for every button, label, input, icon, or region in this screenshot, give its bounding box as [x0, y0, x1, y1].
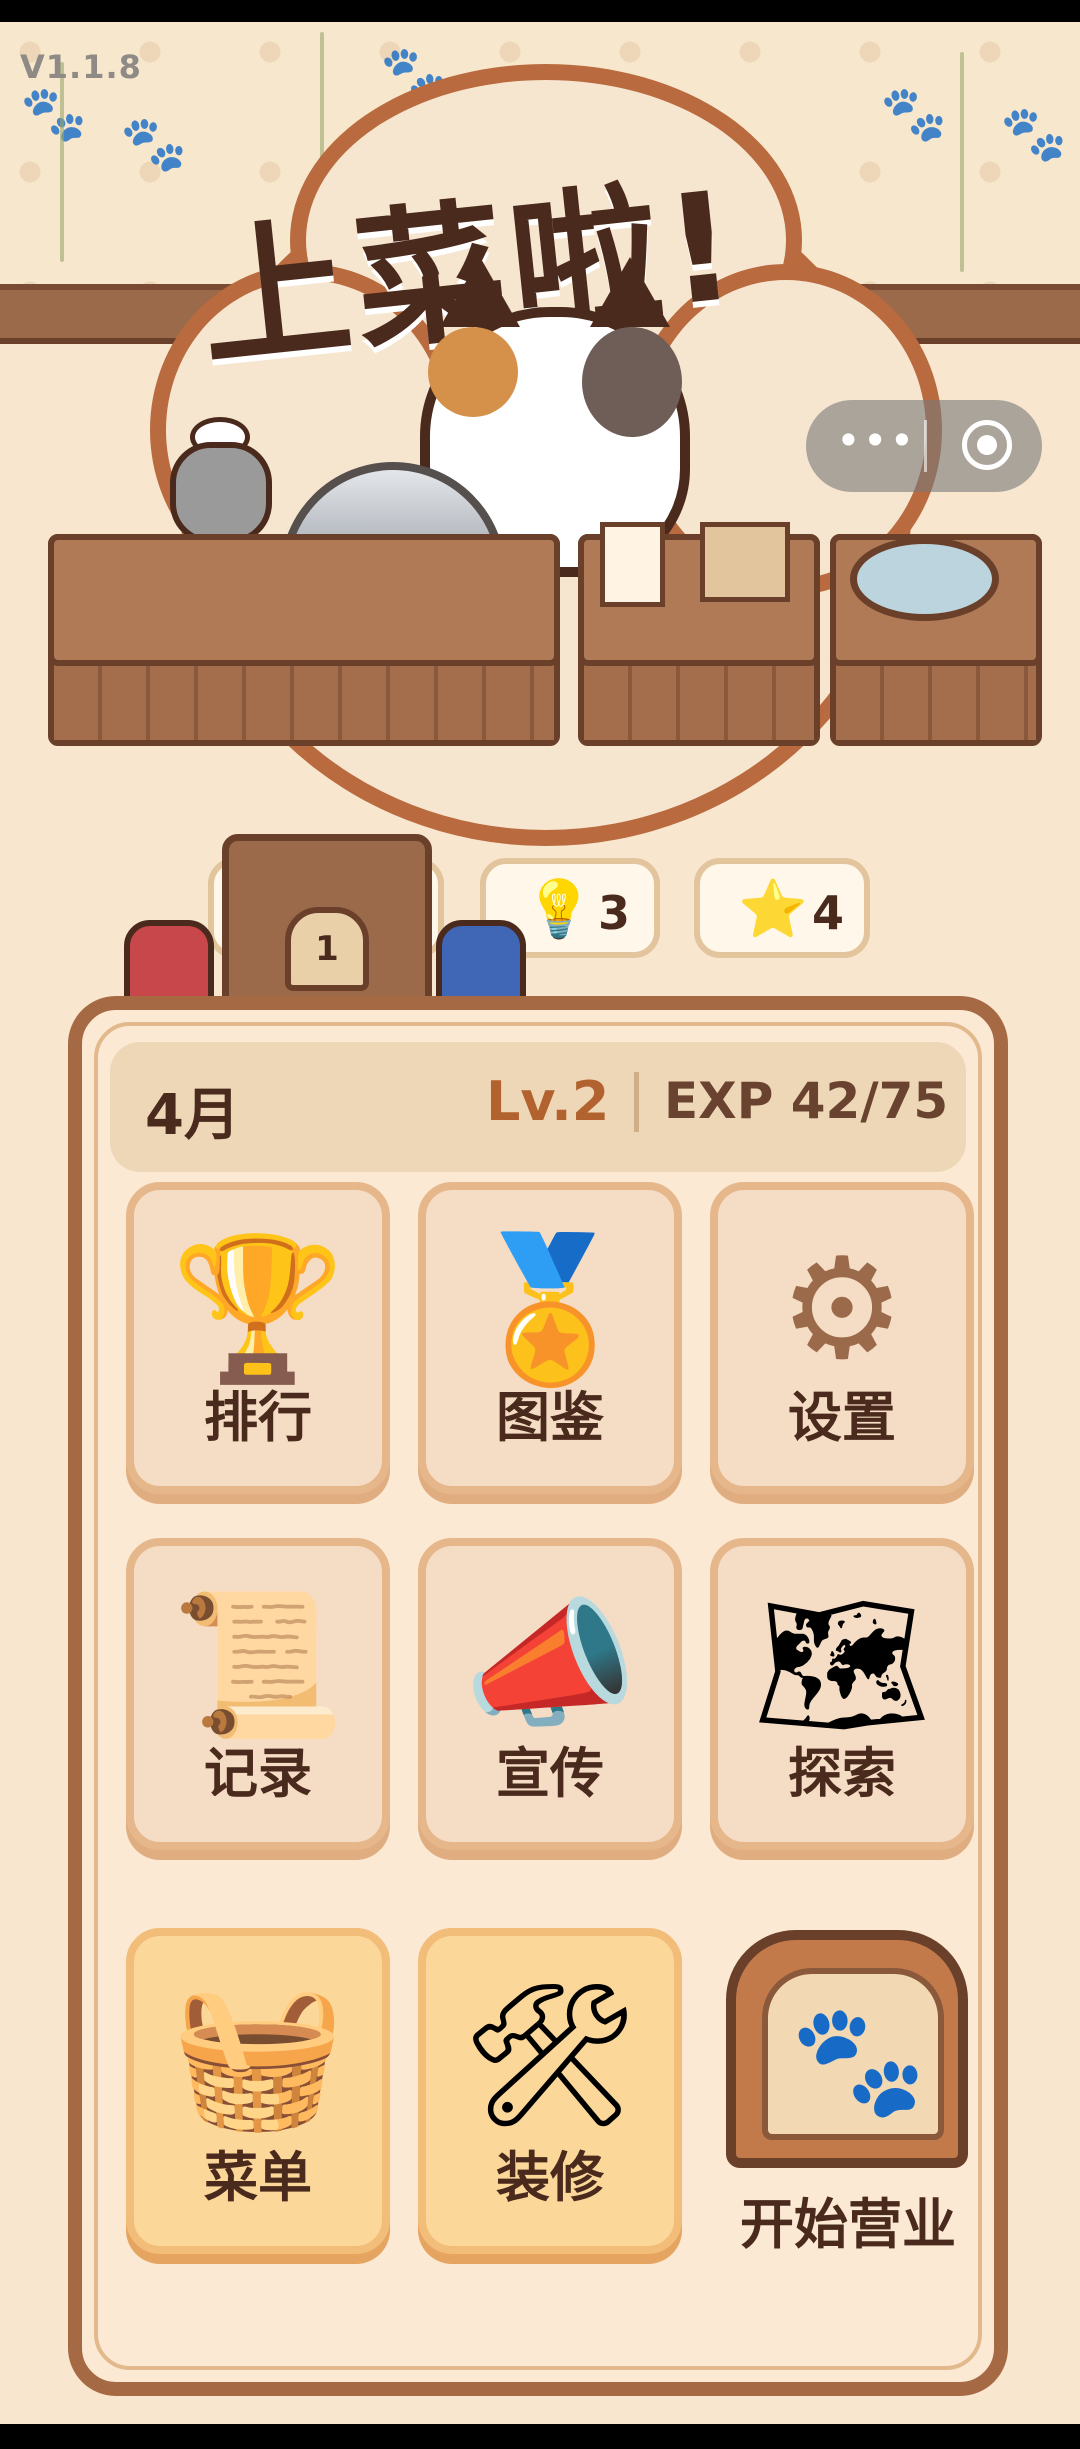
explore-label: 探索	[788, 1742, 896, 1805]
collection-button[interactable]: 🏅 图鉴	[418, 1182, 682, 1494]
table-number-plate: 1	[285, 907, 369, 991]
rank-label: 排行	[204, 1386, 312, 1449]
status-bar-bottom	[0, 2424, 1080, 2449]
trophy-icon: 🏆	[170, 1228, 346, 1391]
start-frame: 🐾	[726, 1930, 968, 2168]
settings-label: 设置	[788, 1386, 896, 1449]
vine-decoration	[60, 62, 64, 262]
vine-decoration	[960, 52, 964, 272]
game-screen: 🐾 🐾 🐾 🐾 🐾 V1.1.8 上菜啦! ••• 💡 3 ⭐ 4 1 4月 L…	[0, 22, 1080, 2424]
paw-print-decoration: 🐾	[1000, 102, 1068, 165]
medal-icon: 🏅	[462, 1228, 638, 1391]
counter-planks	[836, 656, 1036, 740]
paw-icon: 🐾	[790, 1996, 927, 2124]
stars-count: 4	[812, 886, 845, 940]
receipt-printer-icon	[700, 522, 790, 602]
gear-icon: ⚙	[779, 1228, 905, 1391]
records-label: 记录	[204, 1742, 312, 1805]
map-icon: 🗺	[753, 1584, 931, 1747]
paw-print-decoration: 🐾	[20, 82, 88, 145]
cat-patch	[582, 327, 682, 437]
basket-icon: 🧺	[170, 1974, 346, 2137]
miniprogram-capsule: •••	[806, 400, 1042, 492]
dishes-label: 菜单	[204, 2146, 312, 2209]
counter-planks	[584, 656, 814, 740]
receipt-register-icon	[600, 522, 665, 607]
tools-icon: 🛠	[461, 1974, 639, 2137]
month-label: 4月	[145, 1083, 240, 1148]
promote-button[interactable]: 📣 宣传	[418, 1538, 682, 1850]
start-business-label: 开始营业	[740, 2193, 956, 2256]
dishes-button[interactable]: 🧺 菜单	[126, 1928, 390, 2254]
resource-pill-stars: ⭐ 4	[694, 858, 870, 958]
records-button[interactable]: 📜 记录	[126, 1538, 390, 1850]
counter-left	[48, 534, 560, 746]
counter-top	[48, 534, 560, 666]
collection-label: 图鉴	[496, 1386, 604, 1449]
cat-ear	[440, 257, 520, 327]
counter-planks	[54, 656, 554, 740]
version-label: V1.1.8	[20, 48, 142, 86]
explore-button[interactable]: 🗺 探索	[710, 1538, 974, 1850]
capsule-divider	[924, 420, 927, 472]
chef-cat-icon	[170, 442, 272, 544]
close-miniprogram-button[interactable]	[962, 420, 1012, 470]
star-icon: ⭐	[738, 877, 808, 942]
exp-label: EXP 42/75	[664, 1072, 949, 1130]
cat-patch	[428, 327, 518, 417]
scroll-icon: 📜	[170, 1584, 346, 1747]
rank-button[interactable]: 🏆 排行	[126, 1182, 390, 1494]
start-inner: 🐾	[762, 1968, 944, 2140]
ideas-count: 3	[598, 886, 631, 940]
megaphone-icon: 📣	[462, 1584, 638, 1747]
settings-button[interactable]: ⚙ 设置	[710, 1182, 974, 1494]
sink-icon	[850, 537, 999, 621]
start-business-button[interactable]: 🐾 开始营业	[716, 1930, 980, 2260]
level-label: Lv.2	[486, 1070, 610, 1133]
cat-ear	[590, 257, 670, 327]
lightbulb-icon: 💡	[524, 877, 594, 942]
promote-label: 宣传	[496, 1742, 604, 1805]
decorate-button[interactable]: 🛠 装修	[418, 1928, 682, 2254]
status-bar-top	[0, 0, 1080, 22]
decorate-label: 装修	[496, 2146, 604, 2209]
status-divider	[634, 1072, 639, 1132]
more-options-button[interactable]: •••	[836, 416, 916, 465]
